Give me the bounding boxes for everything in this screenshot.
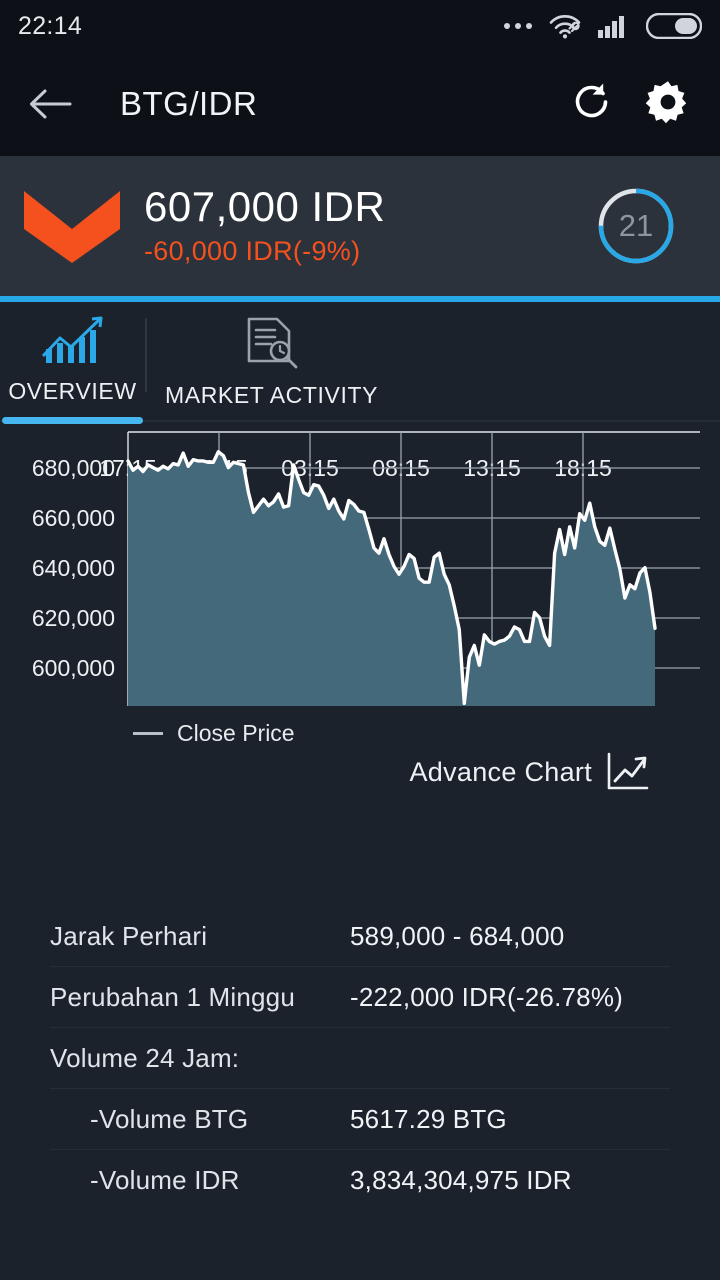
table-row: Perubahan 1 Minggu -222,000 IDR(-26.78%) <box>0 967 720 1027</box>
tab-overview-label: OVERVIEW <box>8 378 137 404</box>
status-bar-clock: 22:14 <box>18 11 83 40</box>
price-chart[interactable]: 17:15 22:15 03:15 08:15 13:15 18:15 680,… <box>0 424 720 754</box>
tab-overview[interactable]: OVERVIEW <box>0 302 145 424</box>
svg-text:680,000: 680,000 <box>32 455 115 481</box>
app-bar-actions <box>570 78 698 131</box>
svg-text:640,000: 640,000 <box>32 555 115 581</box>
detail-key: Perubahan 1 Minggu <box>50 981 296 1012</box>
svg-text:620,000: 620,000 <box>32 605 115 631</box>
detail-value: 589,000 - 684,000 <box>350 920 565 951</box>
gear-icon <box>645 80 687 123</box>
detail-key: -Volume BTG <box>90 1103 249 1134</box>
chart-area-fill-overlay <box>128 451 655 706</box>
current-price: 607,000 IDR <box>144 182 386 230</box>
refresh-icon <box>575 83 608 117</box>
arrow-left-icon <box>30 89 72 119</box>
document-search-icon <box>247 317 297 369</box>
chevron-down-icon <box>24 191 120 263</box>
advance-chart-label: Advance Chart <box>409 756 592 787</box>
settings-button[interactable] <box>644 78 692 131</box>
status-bar-icons <box>504 13 702 39</box>
chart-legend: Close Price <box>133 720 295 747</box>
trending-up-icon <box>607 752 649 790</box>
detail-key: Jarak Perhari <box>50 920 208 951</box>
price-change: -60,000 IDR(-9%) <box>144 236 361 267</box>
more-dots-icon <box>504 23 532 29</box>
battery-icon <box>646 13 702 39</box>
refresh-button[interactable] <box>570 80 614 129</box>
cellular-signal-icon <box>598 16 624 38</box>
detail-value: -222,000 IDR(-26.78%) <box>350 981 623 1012</box>
back-button[interactable] <box>22 76 78 132</box>
detail-key: Volume 24 Jam: <box>50 1042 240 1073</box>
bar-chart-growth-icon <box>41 316 102 363</box>
svg-text:660,000: 660,000 <box>32 505 115 531</box>
details-table: Jarak Perhari 589,000 - 684,000 Perubahan … <box>0 906 720 1210</box>
app-bar: BTG/IDR <box>0 52 720 156</box>
legend-dash-icon <box>133 732 163 735</box>
advance-chart-button[interactable]: Advance Chart <box>410 752 651 792</box>
price-block: 607,000 IDR -60,000 IDR(-9%) <box>144 182 596 268</box>
table-row: Jarak Perhari 589,000 - 684,000 <box>0 906 720 966</box>
table-row: Volume 24 Jam: <box>0 1028 720 1088</box>
wifi-icon <box>549 15 581 39</box>
legend-label: Close Price <box>177 720 295 746</box>
tab-market-activity[interactable]: MARKET ACTIVITY <box>147 302 400 424</box>
detail-key: -Volume IDR <box>90 1164 240 1195</box>
countdown-value: 21 <box>618 208 654 243</box>
tab-market-activity-label: MARKET ACTIVITY <box>165 382 379 408</box>
tab-bar: OVERVIEW MARKET ACTIVITY <box>0 302 720 424</box>
status-bar: 22:14 <box>0 0 720 52</box>
price-chart-panel: 17:15 22:15 03:15 08:15 13:15 18:15 680,… <box>0 424 720 854</box>
svg-text:600,000: 600,000 <box>32 655 115 681</box>
table-row: -Volume BTG 5617.29 BTG <box>0 1089 720 1149</box>
tab-active-indicator <box>2 417 143 424</box>
detail-value: 3,834,304,975 IDR <box>350 1164 572 1195</box>
table-row: -Volume IDR 3,834,304,975 IDR <box>0 1150 720 1210</box>
price-header: 607,000 IDR -60,000 IDR(-9%) 21 <box>0 156 720 296</box>
page-title: BTG/IDR <box>120 85 258 122</box>
chart-y-axis-labels: 680,000 660,000 640,000 620,000 600,000 <box>32 455 115 681</box>
detail-value: 5617.29 BTG <box>350 1103 507 1134</box>
refresh-countdown[interactable]: 21 <box>596 186 676 266</box>
